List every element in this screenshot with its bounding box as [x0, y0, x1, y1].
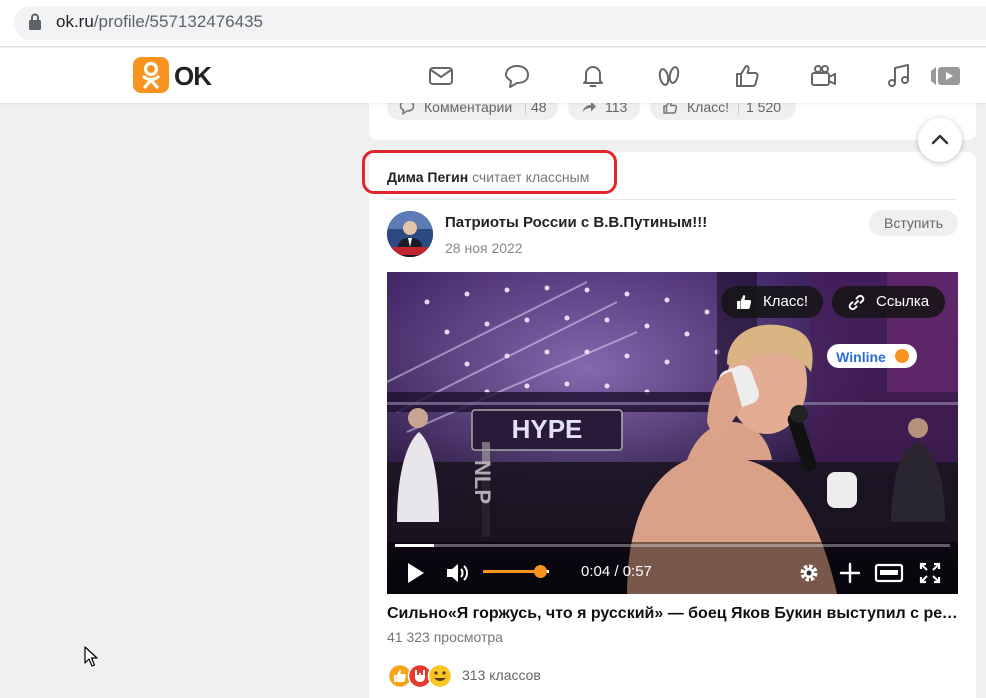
chat-icon[interactable]: [503, 62, 531, 90]
volume-slider[interactable]: [483, 565, 549, 578]
reactions-icons[interactable]: [387, 663, 461, 689]
lock-icon: [29, 13, 41, 30]
video-player[interactable]: HYPE Winline NLP Класс! Ссылка 0:04 / 0:…: [387, 272, 958, 594]
music-icon[interactable]: [885, 62, 913, 90]
url-text[interactable]: ok.ru/profile/557132476435: [56, 12, 263, 32]
chevron-up-icon: [931, 134, 949, 145]
divider: [387, 199, 957, 200]
volume-fill: [483, 570, 540, 573]
add-icon[interactable]: [838, 561, 862, 585]
join-button[interactable]: Вступить: [869, 210, 958, 236]
video-progress-fill: [395, 544, 434, 547]
link-icon: [848, 294, 865, 311]
browser-address-bar: ok.ru/profile/557132476435: [0, 0, 986, 47]
guests-icon[interactable]: [655, 62, 683, 90]
video-time: 0:04 / 0:57: [581, 563, 652, 580]
scroll-to-top-button[interactable]: [918, 118, 962, 162]
url-domain: ok.ru: [56, 12, 94, 31]
video-play-icon[interactable]: [929, 62, 963, 90]
group-name-link[interactable]: Патриоты России с В.В.Путиным!!!: [445, 214, 707, 231]
volume-knob[interactable]: [533, 565, 547, 578]
logo-text[interactable]: OK: [174, 61, 212, 92]
post-date: 28 ноя 2022: [445, 240, 523, 256]
fullscreen-icon[interactable]: [919, 561, 941, 585]
ok-logo-icon[interactable]: [133, 57, 169, 93]
bell-icon[interactable]: [579, 62, 607, 90]
views-count: 41 323 просмотра: [387, 629, 503, 645]
video-link-button[interactable]: Ссылка: [832, 286, 945, 318]
mail-icon[interactable]: [427, 62, 455, 90]
hype-sign-text: HYPE: [512, 414, 583, 444]
mouse-cursor-icon: [84, 646, 98, 667]
video-link-label: Ссылка: [876, 293, 930, 310]
mini-player-icon[interactable]: [874, 561, 904, 585]
group-avatar[interactable]: [387, 211, 433, 257]
volume-icon[interactable]: [445, 561, 471, 585]
like-icon[interactable]: [733, 62, 761, 90]
reaction-smile-icon: [427, 663, 453, 689]
nlp-sign-text: NLP: [470, 460, 495, 504]
video-progress-bar[interactable]: [395, 544, 950, 547]
video-thumbs-up-icon: [737, 295, 752, 309]
video-controls: 0:04 / 0:57: [387, 552, 958, 594]
video-title[interactable]: Сильно«Я горжусь, что я русский» — боец …: [387, 605, 962, 623]
video-class-button[interactable]: Класс!: [721, 286, 823, 318]
settings-gear-icon[interactable]: [797, 561, 821, 585]
video-class-label: Класс!: [763, 293, 808, 310]
red-highlight-annotation: [362, 150, 617, 194]
video-icon[interactable]: [809, 62, 837, 90]
play-icon[interactable]: [405, 561, 427, 585]
site-header: OK: [0, 48, 986, 103]
url-path: /profile/557132476435: [93, 12, 263, 31]
reactions-count[interactable]: 313 классов: [462, 667, 541, 683]
winline-banner-text: Winline: [836, 349, 886, 365]
